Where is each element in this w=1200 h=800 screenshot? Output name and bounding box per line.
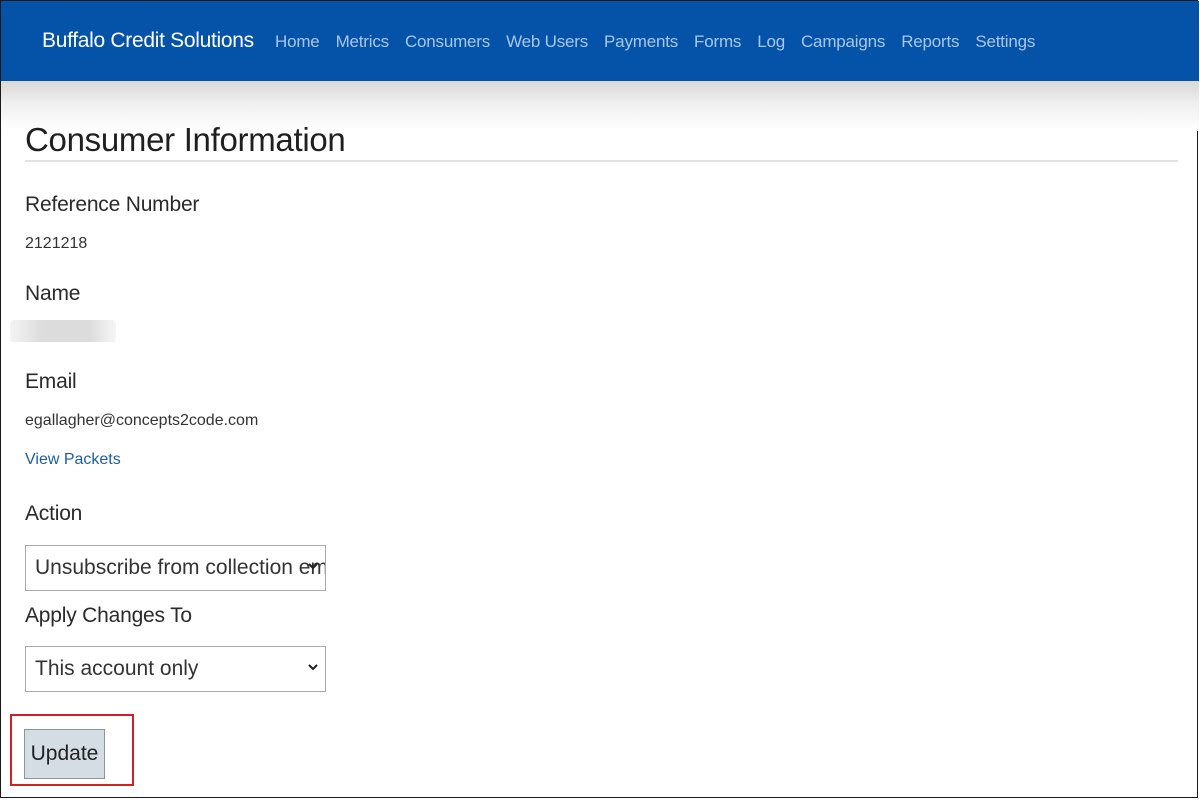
chevron-down-icon — [308, 563, 318, 570]
action-label: Action — [25, 502, 83, 525]
nav-item-settings[interactable]: Settings — [975, 32, 1035, 52]
action-select[interactable]: Unsubscribe from collection emails — [25, 545, 326, 591]
action-select-value: Unsubscribe from collection emails — [35, 556, 325, 579]
email-value: egallagher@concepts2code.com — [25, 412, 259, 429]
update-button[interactable]: Update — [24, 729, 105, 779]
nav-item-consumers[interactable]: Consumers — [405, 32, 490, 52]
nav-item-reports[interactable]: Reports — [901, 32, 959, 52]
brand-logo-text[interactable]: Buffalo Credit Solutions — [42, 29, 254, 53]
top-navbar: Buffalo Credit Solutions Home Metrics Co… — [1, 1, 1199, 81]
reference-number-label: Reference Number — [25, 193, 200, 216]
email-label: Email — [25, 370, 77, 393]
nav-menu: Home Metrics Consumers Web Users Payment… — [275, 32, 1051, 52]
page-title: Consumer Information — [25, 121, 346, 158]
name-label: Name — [25, 282, 81, 305]
nav-item-web-users[interactable]: Web Users — [506, 32, 588, 52]
view-packets-link[interactable]: View Packets — [25, 451, 121, 469]
apply-changes-label: Apply Changes To — [25, 604, 192, 627]
nav-item-log[interactable]: Log — [757, 32, 785, 52]
nav-item-metrics[interactable]: Metrics — [336, 32, 390, 52]
reference-number-value: 2121218 — [25, 235, 88, 252]
chevron-down-icon — [308, 664, 318, 671]
title-divider — [25, 160, 1178, 162]
nav-item-campaigns[interactable]: Campaigns — [801, 32, 885, 52]
nav-item-forms[interactable]: Forms — [694, 32, 741, 52]
redacted-name-value — [10, 320, 116, 342]
apply-changes-select[interactable]: This account only — [25, 646, 326, 692]
apply-changes-select-value: This account only — [35, 657, 199, 680]
nav-item-payments[interactable]: Payments — [604, 32, 678, 52]
nav-item-home[interactable]: Home — [275, 32, 320, 52]
